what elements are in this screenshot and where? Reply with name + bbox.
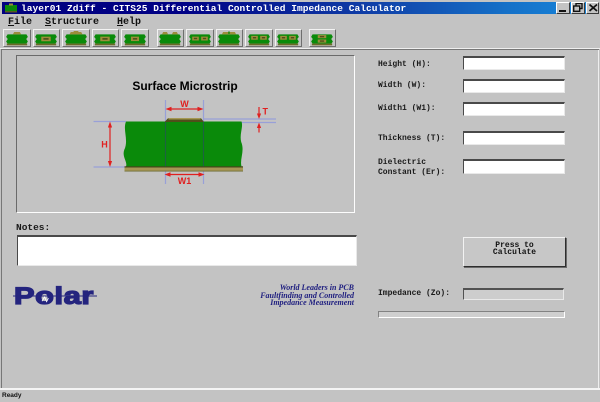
svg-text:W1: W1 <box>178 176 192 186</box>
svg-text:W: W <box>180 99 189 109</box>
svg-text:H: H <box>101 140 108 150</box>
svg-text:T: T <box>263 107 269 117</box>
